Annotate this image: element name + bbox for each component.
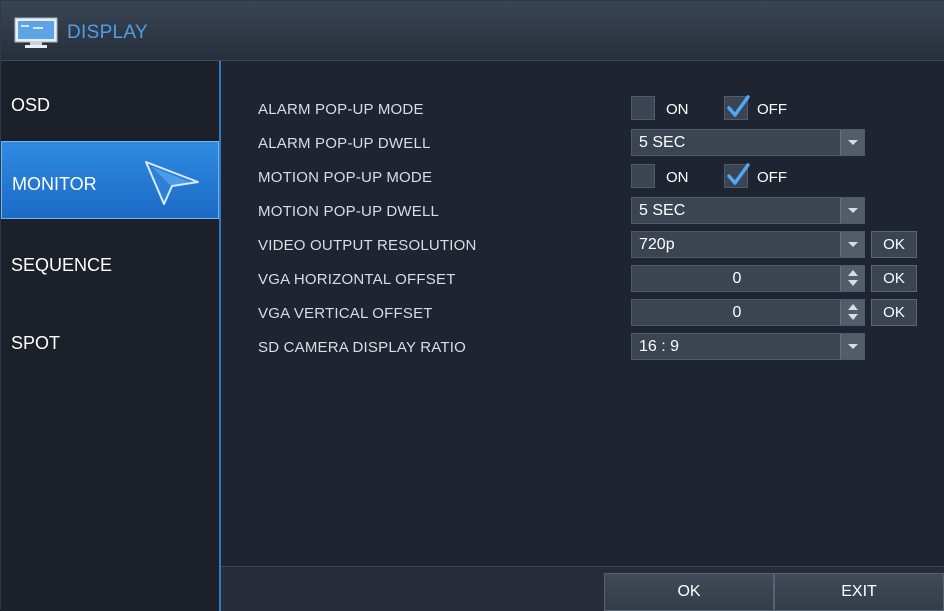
display-settings-window: DISPLAY OSD MONITOR SEQUENCE SPOT ALARM … (0, 0, 944, 611)
up-down-arrows-icon[interactable] (840, 300, 864, 325)
settings-panel: ALARM POP-UP MODE ON OFF ALARM POP-UP DW… (221, 61, 944, 566)
sidebar-item-label: OSD (11, 95, 51, 115)
sd-camera-display-ratio-label: SD CAMERA DISPLAY RATIO (258, 339, 466, 356)
sidebar-item-label: SPOT (11, 333, 61, 353)
dropdown-value: 5 SEC (639, 202, 686, 219)
stepper-value: 0 (732, 304, 742, 321)
chevron-down-icon[interactable] (840, 334, 864, 359)
dropdown-value: 720p (639, 236, 675, 253)
video-output-resolution-label: VIDEO OUTPUT RESOLUTION (258, 237, 477, 254)
sidebar-item-label: SEQUENCE (11, 255, 113, 275)
exit-button[interactable]: EXIT (774, 573, 944, 611)
vga-vertical-offset-stepper[interactable]: 0 (631, 299, 865, 326)
footer-bar: OK EXIT (221, 566, 944, 611)
sidebar-item-spot[interactable]: SPOT (1, 307, 219, 385)
vga-horizontal-offset-label: VGA HORIZONTAL OFFSET (258, 271, 456, 288)
motion-popup-on-label: ON (666, 169, 689, 186)
stepper-value: 0 (732, 270, 742, 287)
cursor-arrow-icon (145, 161, 199, 205)
checkmark-icon (727, 163, 750, 185)
vga-vertical-offset-ok-button[interactable]: OK (871, 299, 917, 326)
settings-sidebar: OSD MONITOR SEQUENCE SPOT (1, 61, 221, 611)
motion-popup-off-label: OFF (757, 169, 787, 186)
chevron-down-icon[interactable] (840, 198, 864, 223)
title-bar: DISPLAY (1, 1, 944, 61)
chevron-down-icon[interactable] (840, 232, 864, 257)
alarm-popup-dwell-label: ALARM POP-UP DWELL (258, 135, 431, 152)
dropdown-value: 16 : 9 (639, 338, 680, 355)
vga-vertical-offset-label: VGA VERTICAL OFFSET (258, 305, 433, 322)
alarm-popup-on-label: ON (666, 101, 689, 118)
alarm-popup-off-checkbox[interactable] (724, 95, 750, 120)
up-down-arrows-icon[interactable] (840, 266, 864, 291)
motion-popup-mode-label: MOTION POP-UP MODE (258, 169, 433, 186)
video-output-resolution-dropdown[interactable]: 720p (631, 231, 865, 258)
motion-popup-dwell-dropdown[interactable]: 5 SEC (631, 197, 865, 224)
vga-horizontal-offset-stepper[interactable]: 0 (631, 265, 865, 292)
alarm-popup-dwell-dropdown[interactable]: 5 SEC (631, 129, 865, 156)
motion-popup-on-checkbox[interactable] (631, 164, 655, 188)
monitor-icon (14, 17, 58, 48)
motion-popup-dwell-label: MOTION POP-UP DWELL (258, 203, 440, 220)
ok-button[interactable]: OK (604, 573, 774, 611)
sidebar-item-osd[interactable]: OSD (1, 69, 219, 147)
chevron-down-icon[interactable] (840, 130, 864, 155)
sd-camera-display-ratio-dropdown[interactable]: 16 : 9 (631, 333, 865, 360)
checkmark-icon (727, 95, 750, 117)
sidebar-item-label: MONITOR (12, 174, 97, 194)
dropdown-value: 5 SEC (639, 134, 686, 151)
motion-popup-off-checkbox[interactable] (724, 163, 750, 188)
alarm-popup-mode-label: ALARM POP-UP MODE (258, 101, 424, 118)
sidebar-item-sequence[interactable]: SEQUENCE (1, 229, 219, 307)
alarm-popup-on-checkbox[interactable] (631, 96, 655, 120)
sidebar-item-monitor[interactable]: MONITOR (1, 141, 219, 219)
vga-horizontal-offset-ok-button[interactable]: OK (871, 265, 917, 292)
alarm-popup-off-label: OFF (757, 101, 787, 118)
video-output-resolution-ok-button[interactable]: OK (871, 231, 917, 258)
window-title: DISPLAY (67, 22, 148, 43)
